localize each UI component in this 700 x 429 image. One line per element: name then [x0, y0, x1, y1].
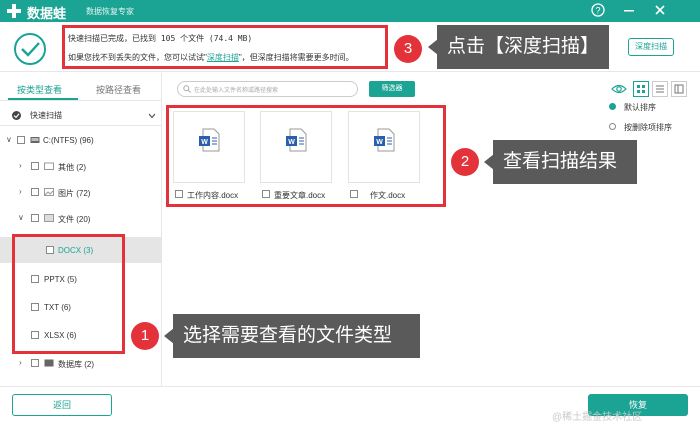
annotation-box-step3: [62, 25, 388, 69]
database-icon: [44, 359, 54, 367]
annotation-box-step2: [166, 105, 446, 207]
folder-icon: [44, 162, 54, 170]
chevron-right-icon[interactable]: ›: [19, 358, 22, 367]
checkbox[interactable]: [31, 214, 39, 222]
footer-divider: [0, 386, 700, 387]
sort-default-label: 默认排序: [624, 103, 656, 112]
chevron-right-icon[interactable]: ›: [19, 187, 22, 196]
tab-by-type[interactable]: 按类型查看: [17, 83, 62, 96]
tab-divider: [0, 100, 162, 101]
step2-callout: 查看扫描结果: [493, 140, 637, 184]
document-icon: [44, 214, 54, 222]
deep-scan-button[interactable]: 深度扫描: [628, 38, 674, 56]
view-switcher: [611, 81, 691, 97]
step2-badge: 2: [451, 148, 479, 176]
minimize-icon[interactable]: [621, 3, 637, 19]
tree-item-label: 图片 (72): [58, 189, 91, 198]
list-view-icon[interactable]: [652, 81, 668, 97]
grid-view-icon[interactable]: [633, 81, 649, 97]
sort-deleted-label: 按删除项排序: [624, 123, 672, 132]
tree-item-label: C:(NTFS) (96): [43, 136, 94, 145]
title-bar: 数据蛙 数据恢复专家 ?: [0, 0, 700, 22]
checkbox[interactable]: [31, 162, 39, 170]
drive-icon: [30, 137, 40, 143]
checkbox[interactable]: [17, 136, 25, 144]
tab-by-path[interactable]: 按路径查看: [96, 83, 141, 96]
search-icon: [183, 85, 191, 93]
step1-callout: 选择需要查看的文件类型: [173, 314, 420, 358]
sort-deleted-radio[interactable]: [609, 123, 616, 130]
app-logo-icon: [7, 4, 21, 18]
close-icon[interactable]: [652, 3, 668, 19]
help-icon[interactable]: ?: [590, 3, 606, 19]
chevron-down-icon[interactable]: ∨: [18, 213, 24, 222]
tree-item-other[interactable]: › 其他 (2): [0, 153, 162, 179]
chevron-right-icon[interactable]: ›: [19, 161, 22, 170]
sort-default-radio[interactable]: [609, 103, 616, 110]
scan-mode-dropdown[interactable]: 快速扫描: [0, 104, 162, 126]
eye-icon[interactable]: [611, 82, 627, 96]
tree-item-drive-c[interactable]: ∨ C:(NTFS) (96): [0, 127, 162, 153]
check-filled-icon: [12, 111, 21, 120]
annotation-box-step1: [12, 234, 125, 354]
step3-badge: 3: [394, 35, 422, 63]
sort-options: 默认排序 按删除项排序: [604, 97, 696, 141]
checkbox[interactable]: [31, 359, 39, 367]
tree-item-label: 文件 (20): [58, 215, 91, 224]
search-input[interactable]: 在此处输入文件名称或路径搜索: [177, 81, 358, 97]
step3-callout: 点击【深度扫描】: [437, 25, 609, 69]
chevron-down-icon[interactable]: ∨: [6, 135, 12, 144]
detail-view-icon[interactable]: [671, 81, 687, 97]
search-placeholder: 在此处输入文件名称或路径搜索: [194, 88, 279, 94]
filter-button[interactable]: 筛选器: [369, 81, 415, 97]
check-circle-icon: [14, 33, 46, 65]
back-button[interactable]: 返回: [12, 394, 112, 416]
checkbox[interactable]: [31, 188, 39, 196]
scan-mode-label: 快速扫描: [30, 111, 62, 120]
tree-item-label: 数据库 (2): [58, 360, 94, 369]
step1-badge: 1: [131, 322, 159, 350]
tree-item-documents[interactable]: ∨ 文件 (20): [0, 205, 162, 231]
tree-item-label: 其他 (2): [58, 163, 86, 172]
image-icon: [44, 188, 54, 196]
chevron-down-icon: [148, 113, 156, 119]
app-name: 数据蛙: [27, 6, 67, 21]
tree-item-images[interactable]: › 图片 (72): [0, 179, 162, 205]
watermark: @稀土掘金技术社区: [552, 412, 643, 423]
app-subtitle: 数据恢复专家: [86, 7, 134, 16]
svg-text:?: ?: [595, 6, 600, 16]
